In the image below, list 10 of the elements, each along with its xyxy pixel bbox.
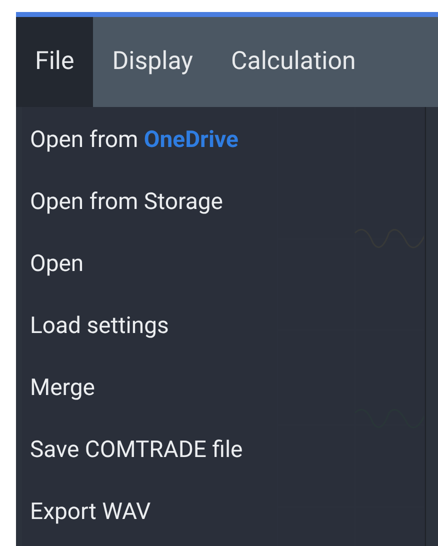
- menu-item[interactable]: Open from OneDrive: [30, 125, 238, 154]
- menu-item[interactable]: Merge: [30, 373, 95, 402]
- menu-tab[interactable]: Display: [93, 17, 212, 107]
- menu-item[interactable]: Save COMTRADE file: [30, 435, 243, 464]
- menu-tab[interactable]: File: [16, 17, 94, 107]
- menu-item[interactable]: Export WAV: [30, 497, 151, 526]
- menu-tab[interactable]: Calculation: [212, 17, 375, 107]
- menu-item[interactable]: Open: [30, 249, 84, 278]
- menu-item[interactable]: Load settings: [30, 311, 169, 340]
- menu-item[interactable]: Open from Storage: [30, 187, 223, 216]
